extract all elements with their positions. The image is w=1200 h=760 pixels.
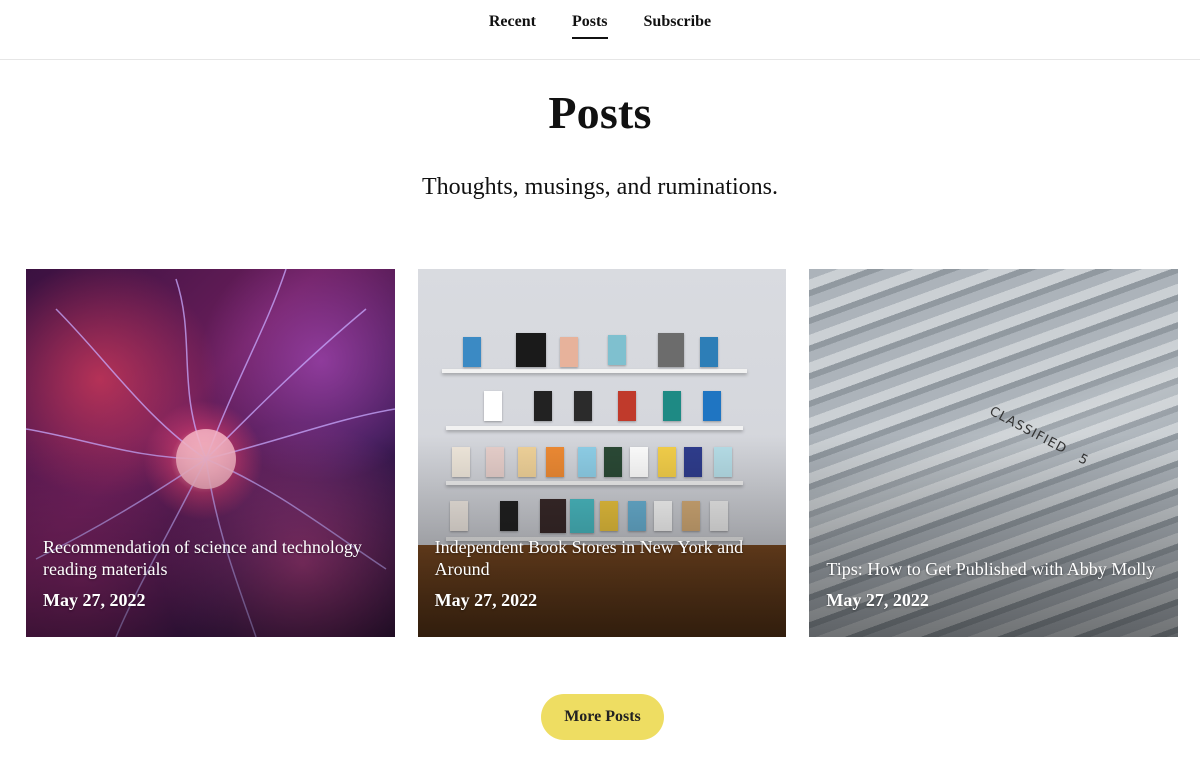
post-date: May 27, 2022 — [43, 590, 146, 610]
page-title: Posts — [548, 87, 652, 138]
post-date: May 27, 2022 — [826, 590, 929, 610]
post-meta: Independent Book Stores in New York and … — [435, 536, 770, 611]
post-title[interactable]: Independent Book Stores in New York and … — [435, 536, 770, 580]
top-nav: Recent Posts Subscribe — [0, 0, 1200, 60]
page-subtitle: Thoughts, musings, and ruminations. — [422, 174, 778, 200]
nav-link-recent[interactable]: Recent — [489, 13, 536, 39]
post-title[interactable]: Recommendation of science and technology… — [43, 536, 378, 580]
post-meta: Tips: How to Get Published with Abby Mol… — [826, 558, 1161, 611]
nav-links: Recent Posts Subscribe — [489, 13, 711, 39]
post-card[interactable]: Recommendation of science and technology… — [26, 269, 395, 637]
nav-link-subscribe[interactable]: Subscribe — [644, 13, 712, 39]
more-posts-button[interactable]: More Posts — [541, 694, 664, 740]
post-card[interactable]: Independent Book Stores in New York and … — [417, 269, 787, 637]
nav-link-posts[interactable]: Posts — [571, 13, 608, 39]
post-grid: Recommendation of science and technology… — [26, 269, 1179, 637]
post-date: May 27, 2022 — [434, 590, 538, 610]
post-title[interactable]: Tips: How to Get Published with Abby Mol… — [826, 558, 1161, 580]
post-card[interactable]: CLASSIFIED 5 Tips: How to Get Published … — [809, 269, 1179, 637]
post-meta: Recommendation of science and technology… — [43, 536, 378, 611]
